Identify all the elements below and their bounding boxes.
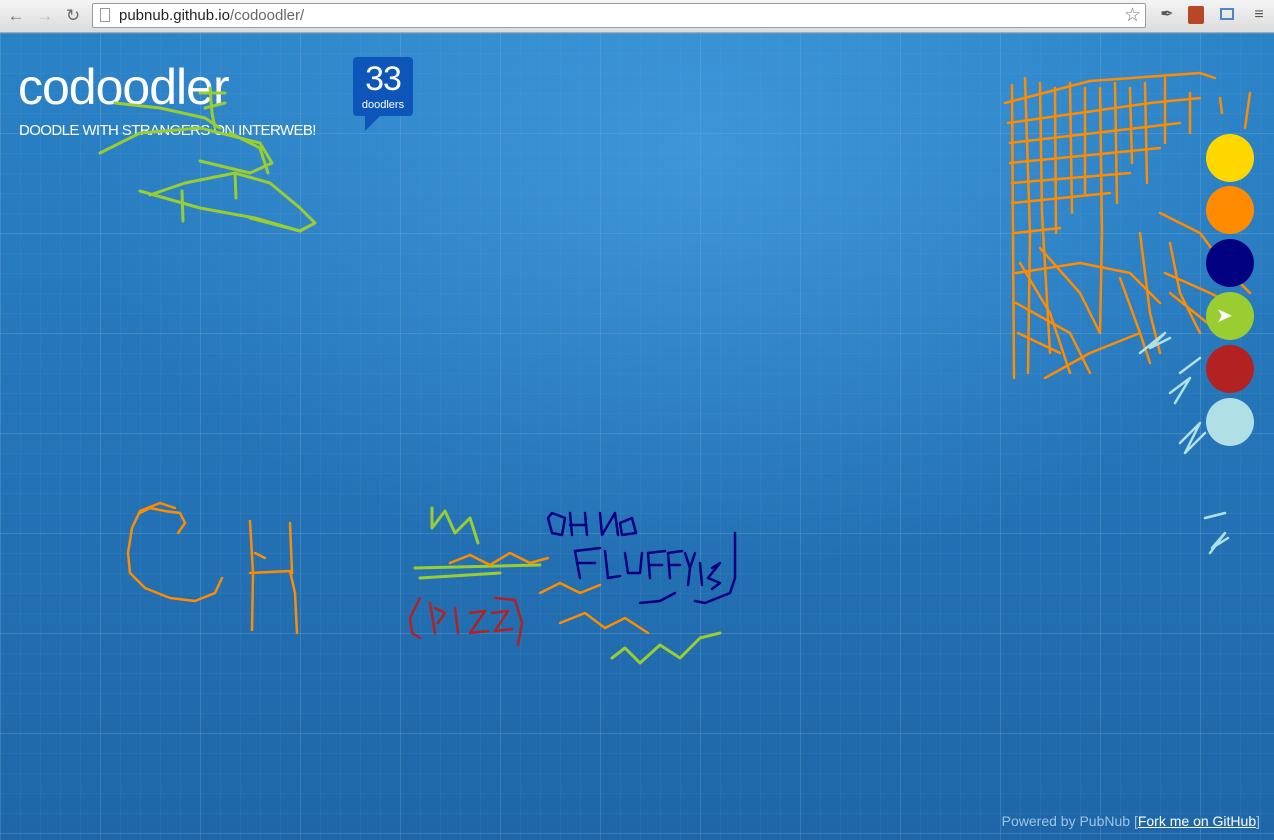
url-path: /codoodler/ (229, 7, 305, 24)
doodle-strokes (98, 71, 1252, 665)
url-text: pubnub.github.io/codoodler/ (119, 7, 304, 24)
swatch-red[interactable] (1206, 345, 1254, 393)
reload-icon[interactable]: ↻ (63, 6, 83, 26)
extension-icon[interactable] (1188, 6, 1204, 24)
swatch-orange[interactable] (1206, 186, 1254, 234)
doodle-green-topleft (98, 86, 317, 233)
doodle-canvas[interactable]: codoodler DOODLE WITH STRANGERS ON INTER… (0, 33, 1274, 840)
bookmark-star-icon[interactable]: ☆ (1124, 5, 1141, 27)
back-icon[interactable]: ← (6, 6, 26, 26)
browser-toolbar: ← → ↻ pubnub.github.io/codoodler/ ☆ ✒ ≡ (0, 0, 1274, 33)
powered-by-text: Powered by PubNub (1001, 813, 1131, 829)
doodle-orange-ch (126, 501, 299, 635)
address-bar[interactable]: pubnub.github.io/codoodler/ ☆ (92, 3, 1146, 28)
forward-icon[interactable]: → (35, 6, 55, 26)
screen-capture-icon[interactable] (1220, 8, 1234, 20)
selected-cursor-icon: ➤ (1216, 305, 1233, 327)
fork-on-github-link[interactable]: Fork me on GitHub (1138, 813, 1256, 829)
eyedropper-icon[interactable]: ✒ (1157, 5, 1177, 25)
menu-icon[interactable]: ≡ (1249, 5, 1269, 25)
footer: Powered by PubNub [Fork me on GitHub] (1001, 813, 1260, 829)
url-host: pubnub.github.io (119, 7, 230, 24)
doodle-red-pizza (408, 596, 524, 647)
swatch-yellow[interactable] (1206, 134, 1254, 182)
swatch-light-blue[interactable] (1206, 398, 1254, 446)
page-icon (100, 8, 110, 22)
doodle-navy-text (546, 511, 737, 605)
swatch-green[interactable]: ➤ (1206, 292, 1254, 340)
swatch-navy[interactable] (1206, 239, 1254, 287)
